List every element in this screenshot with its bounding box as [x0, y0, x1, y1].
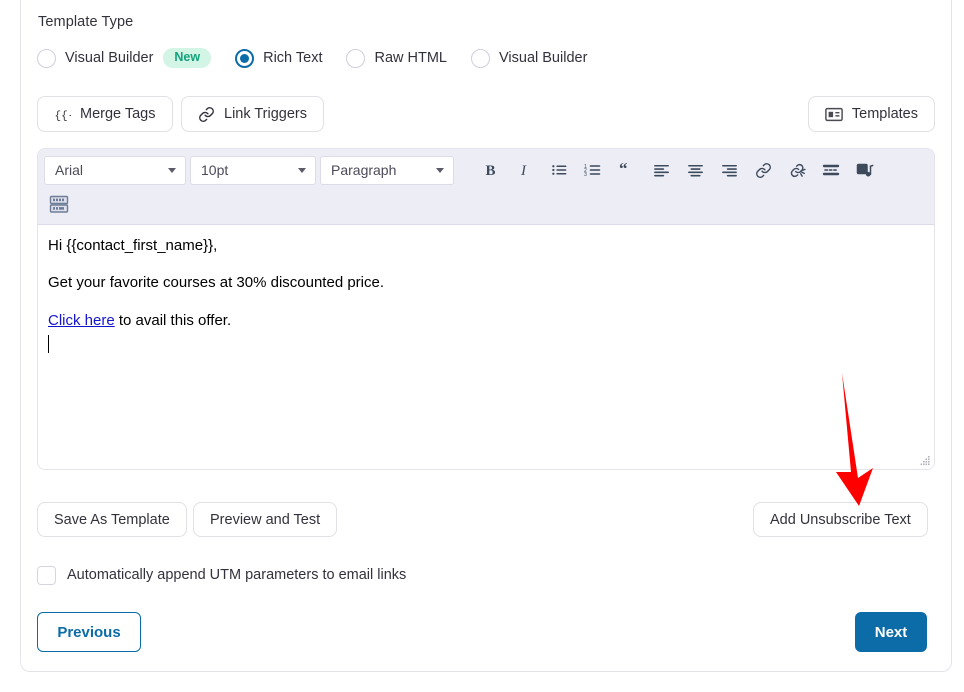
radio-option-raw-html[interactable]: Raw HTML — [346, 44, 447, 72]
chevron-down-icon — [168, 168, 176, 173]
templates-button[interactable]: Templates — [807, 96, 935, 132]
radio-label: Raw HTML — [374, 50, 447, 66]
font-family-select[interactable]: Arial — [44, 155, 186, 185]
editor-line-1: Hi {{contact_first_name}}, — [48, 237, 218, 254]
editor-inline-link[interactable]: Click here — [48, 312, 115, 329]
italic-icon[interactable]: I — [510, 155, 540, 185]
insert-media-icon[interactable] — [850, 155, 880, 185]
numbered-list-icon[interactable]: 1 2 3 — [578, 155, 608, 185]
font-family-value: Arial — [55, 162, 84, 178]
card-inner: Template Type Visual Builder New Rich Te… — [21, 0, 951, 672]
templates-label: Templates — [851, 106, 918, 122]
utm-checkbox-row[interactable]: Automatically append UTM parameters to e… — [37, 562, 406, 588]
editor-toolbar-row-1: Arial 10pt Paragraph B I 1 2 3 “ — [44, 155, 928, 185]
paragraph-format-value: Paragraph — [331, 162, 397, 178]
align-right-icon[interactable] — [714, 155, 744, 185]
next-label: Next — [874, 623, 908, 641]
bold-icon[interactable]: B — [476, 155, 506, 185]
svg-text:“: “ — [619, 162, 628, 178]
editor-content-area[interactable]: Hi {{contact_first_name}}, Get your favo… — [38, 225, 934, 469]
radio-icon[interactable] — [471, 48, 490, 68]
template-type-radio-group: Visual Builder New Rich Text Raw HTML Vi… — [37, 44, 611, 72]
svg-text:{{-}}: {{-}} — [55, 110, 72, 122]
previous-label: Previous — [57, 623, 121, 641]
radio-label: Visual Builder — [499, 50, 588, 66]
utm-checkbox[interactable] — [37, 565, 56, 585]
editor-line-3: Click here to avail this offer. — [48, 312, 920, 329]
radio-label: Visual Builder — [65, 50, 154, 66]
blockquote-icon[interactable]: “ — [612, 155, 642, 185]
page-title: Template Type — [38, 14, 134, 30]
add-unsubscribe-text-button[interactable]: Add Unsubscribe Text — [753, 502, 928, 537]
save-as-template-button[interactable]: Save As Template — [37, 502, 187, 537]
rich-text-editor: Arial 10pt Paragraph B I 1 2 3 “ Hi {{co… — [37, 148, 935, 470]
radio-label: Rich Text — [263, 50, 323, 66]
svg-text:B: B — [486, 163, 496, 178]
previous-button[interactable]: Previous — [37, 612, 141, 652]
radio-option-visual-builder-new[interactable]: Visual Builder New — [37, 44, 212, 72]
align-left-icon[interactable] — [646, 155, 676, 185]
bullet-list-icon[interactable] — [544, 155, 574, 185]
templates-icon — [825, 107, 843, 122]
merge-tags-label: Merge Tags — [80, 106, 156, 122]
chevron-down-icon — [298, 168, 306, 173]
next-button[interactable]: Next — [855, 612, 927, 652]
svg-text:3: 3 — [584, 172, 587, 178]
editor-toolbar: Arial 10pt Paragraph B I 1 2 3 “ — [38, 149, 934, 225]
preview-and-test-label: Preview and Test — [210, 511, 321, 528]
horizontal-rule-icon[interactable] — [816, 155, 846, 185]
align-center-icon[interactable] — [680, 155, 710, 185]
link-triggers-label: Link Triggers — [224, 106, 308, 122]
radio-icon-selected[interactable] — [235, 48, 255, 68]
status-badge: New — [163, 48, 212, 68]
source-code-icon[interactable] — [44, 189, 74, 219]
resize-handle[interactable] — [919, 454, 931, 466]
link-icon — [198, 106, 215, 123]
insert-link-icon[interactable] — [748, 155, 778, 185]
editor-toolbar-row-2 — [44, 189, 928, 219]
paragraph-format-select[interactable]: Paragraph — [320, 155, 454, 185]
radio-option-rich-text[interactable]: Rich Text — [235, 44, 322, 72]
merge-tags-icon: {{-}} — [54, 107, 72, 122]
text-cursor — [48, 335, 50, 353]
editor-line-2: Get your favorite courses at 30% discoun… — [48, 274, 385, 292]
link-triggers-button[interactable]: Link Triggers — [181, 96, 325, 132]
merge-tags-button[interactable]: {{-}} Merge Tags — [37, 96, 173, 132]
font-size-select[interactable]: 10pt — [190, 155, 316, 185]
radio-icon[interactable] — [37, 48, 56, 68]
save-as-template-label: Save As Template — [54, 511, 170, 528]
template-type-card: Template Type Visual Builder New Rich Te… — [20, 0, 952, 672]
radio-icon[interactable] — [346, 48, 366, 68]
add-unsubscribe-text-label: Add Unsubscribe Text — [770, 511, 911, 528]
svg-text:I: I — [520, 163, 527, 178]
unlink-icon[interactable] — [782, 155, 812, 185]
utm-checkbox-label: Automatically append UTM parameters to e… — [67, 567, 407, 583]
radio-option-visual-builder[interactable]: Visual Builder — [471, 44, 587, 72]
editor-line-3-rest: to avail this offer. — [114, 311, 232, 329]
preview-and-test-button[interactable]: Preview and Test — [193, 502, 338, 537]
font-size-value: 10pt — [201, 162, 229, 178]
chevron-down-icon — [436, 168, 444, 173]
